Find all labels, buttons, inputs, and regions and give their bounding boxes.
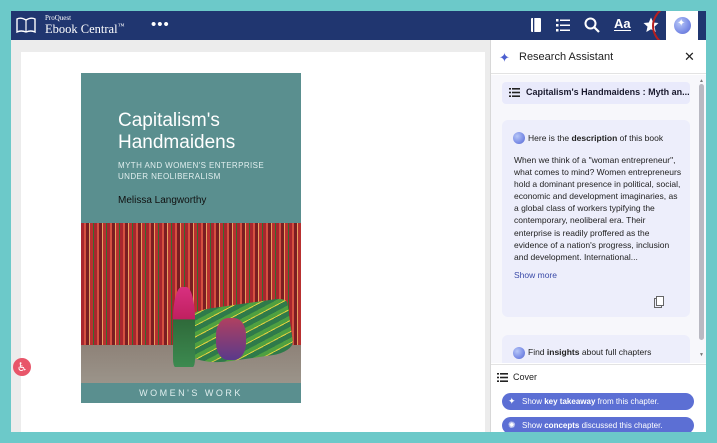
assistant-avatar-icon-2 xyxy=(513,347,525,359)
assistant-conversation[interactable]: Capitalism's Handmaidens : Myth an... He… xyxy=(491,75,706,363)
insights-pre: Find xyxy=(528,347,547,357)
assistant-avatar-icon xyxy=(513,132,525,144)
cover-title: Capitalism's Handmaidens xyxy=(118,110,236,153)
intro-pre: Here is the xyxy=(528,133,572,143)
btn1-bold: key takeaway xyxy=(544,397,596,406)
btn1-post: from this chapter. xyxy=(595,397,659,406)
btn2-post: discussed this chapter. xyxy=(579,421,663,430)
trademark: ™ xyxy=(117,22,125,30)
btn2-pre: Show xyxy=(522,421,545,430)
chapter-actions: Cover ✦ Show key takeaway from this chap… xyxy=(491,364,706,432)
sparkle-icon: ✦ xyxy=(499,50,510,65)
book-icon xyxy=(16,17,36,33)
panel-scrollbar[interactable]: ▲ ▼ xyxy=(699,78,704,360)
current-chapter-label: Cover xyxy=(513,372,538,382)
top-toolbar: ProQuest Ebook Central™ ••• Aa xyxy=(11,11,706,40)
brand-product[interactable]: Ebook Central™ xyxy=(45,22,124,37)
app-frame: ProQuest Ebook Central™ ••• Aa Capitalis… xyxy=(11,11,706,432)
intro-post: of this book xyxy=(617,133,664,143)
more-options-button[interactable]: ••• xyxy=(151,16,170,33)
intro-bold: description xyxy=(571,133,618,143)
search-icon[interactable] xyxy=(583,16,601,34)
research-assistant-panel: ✦ Research Assistant ✕ Capitalism's Hand… xyxy=(490,40,706,432)
show-key-takeaway-button[interactable]: ✦ Show key takeaway from this chapter. xyxy=(502,393,694,410)
insights-card[interactable]: Find insights about full chapters xyxy=(502,335,690,363)
cover-photo-woman-2 xyxy=(216,318,246,360)
scroll-down-arrow[interactable]: ▼ xyxy=(699,352,704,358)
bookshelf-icon[interactable] xyxy=(527,16,545,34)
book-reader-page: Capitalism's Handmaidens MYTH AND WOMEN'… xyxy=(21,52,485,432)
brand-product-name: Ebook Central xyxy=(45,22,118,37)
list-icon xyxy=(509,88,520,97)
show-concepts-button[interactable]: ✺ Show concepts discussed this chapter. xyxy=(502,417,694,432)
accessibility-icon[interactable]: ♿ xyxy=(13,358,31,376)
cover-photo xyxy=(81,223,301,383)
cover-author: Melissa Langworthy xyxy=(118,195,207,206)
cover-series: WOMEN'S WORK xyxy=(81,383,301,403)
panel-header: ✦ Research Assistant ✕ xyxy=(491,40,706,74)
panel-title: Research Assistant xyxy=(519,51,614,63)
description-text: When we think of a "woman entrepreneur",… xyxy=(514,155,682,262)
description-intro: Here is the description of this book xyxy=(528,133,663,143)
copy-icon[interactable] xyxy=(654,296,664,308)
btn2-bold: concepts xyxy=(544,421,580,430)
brand-publisher: ProQuest xyxy=(45,14,72,22)
insights-text: Find insights about full chapters xyxy=(528,347,651,357)
insights-post: about full chapters xyxy=(579,347,652,357)
toc-icon[interactable] xyxy=(554,16,572,34)
cover-subtitle: MYTH AND WOMEN'S ENTERPRISE UNDER NEOLIB… xyxy=(118,161,265,181)
close-icon[interactable]: ✕ xyxy=(684,49,695,65)
sparkle-icon: ✦ xyxy=(508,396,516,406)
insights-bold: insights xyxy=(546,347,580,357)
text-size-icon[interactable]: Aa xyxy=(614,17,631,31)
description-card: Here is the description of this book Whe… xyxy=(502,120,690,317)
cover-photo-woman xyxy=(173,287,195,367)
btn1-pre: Show xyxy=(522,397,545,406)
book-context-chip[interactable]: Capitalism's Handmaidens : Myth an... xyxy=(502,82,690,104)
chapter-list-icon xyxy=(497,373,508,382)
scroll-thumb[interactable] xyxy=(699,84,704,340)
book-context-label: Capitalism's Handmaidens : Myth an... xyxy=(526,87,690,97)
concepts-icon: ✺ xyxy=(508,420,516,430)
cover-top-panel: Capitalism's Handmaidens MYTH AND WOMEN'… xyxy=(81,73,301,223)
book-cover: Capitalism's Handmaidens MYTH AND WOMEN'… xyxy=(81,73,301,403)
show-more-link[interactable]: Show more xyxy=(514,270,557,280)
